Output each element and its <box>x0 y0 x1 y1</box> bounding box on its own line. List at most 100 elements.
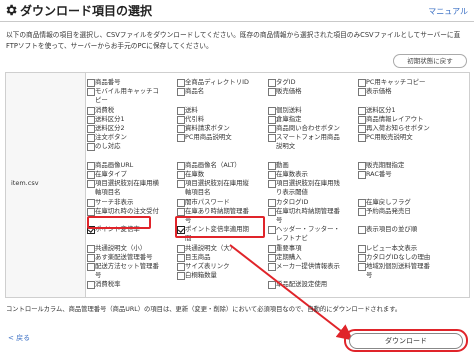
field-checkbox[interactable]: 共通説明文（大） <box>177 244 236 253</box>
checkbox-label: 消費税率 <box>95 280 121 289</box>
checkbox-label: 地域別個別送料管理番 <box>366 262 430 270</box>
field-checkbox[interactable]: 動画 <box>268 161 289 170</box>
field-checkbox[interactable]: 消費税 <box>87 106 114 115</box>
field-checkbox[interactable]: サイズ表リンク <box>177 262 230 271</box>
checkbox-label: PC用販売説明文 <box>366 133 413 142</box>
field-checkbox[interactable]: 予約商品発売日 <box>358 207 411 216</box>
field-checkbox[interactable]: 在庫数 <box>177 170 204 179</box>
field-checkbox[interactable]: 項目選択肢別在庫用縦 <box>177 179 249 188</box>
field-checkbox[interactable]: スマートフォン用商品 <box>268 133 340 142</box>
field-checkbox[interactable]: 注文ボタン <box>87 133 127 142</box>
field-checkbox[interactable]: 代引料 <box>177 115 204 124</box>
field-checkbox[interactable]: 商品名 <box>177 87 204 96</box>
field-checkbox[interactable]: ヘッダー・フッター・ <box>268 225 340 234</box>
field-checkbox[interactable]: 商品問い合わせボタン <box>268 124 340 133</box>
field-checkbox[interactable]: 販売期間指定 <box>358 161 404 170</box>
field-checkbox[interactable]: PC用キャッチコピー <box>358 78 425 87</box>
checkbox-label: 再入荷お知らせボタン <box>366 124 430 132</box>
highlight-box-point-rate-period <box>175 216 265 238</box>
checkbox-label: ピー <box>95 96 108 105</box>
checkbox-label: PC用商品説明文 <box>185 133 232 142</box>
checkbox-label: 商品画像名（ALT） <box>185 160 241 169</box>
checkbox-label: 在庫タイプ <box>95 170 127 178</box>
field-checkbox[interactable]: PC用販売説明文 <box>358 133 413 142</box>
manual-link[interactable]: マニュアル <box>428 6 468 17</box>
field-checkbox[interactable]: のし対応 <box>87 142 121 151</box>
field-checkbox[interactable]: 送料 <box>177 106 198 115</box>
field-checkbox[interactable]: 送料区分2 <box>87 124 125 133</box>
checkbox-label: 軸項目名 <box>185 188 211 197</box>
field-checkbox[interactable]: 商品画像名（ALT） <box>177 161 241 170</box>
checkbox-label: 在庫あり時納期管理番 <box>185 206 249 215</box>
field-checkbox[interactable]: サーチ非表示 <box>87 198 133 207</box>
field-checkbox[interactable]: 再入荷お知らせボタン <box>358 124 430 133</box>
field-checkbox[interactable]: 表示価格 <box>358 87 392 96</box>
field-checkbox[interactable]: 項目選択肢別在庫用残 <box>268 179 340 188</box>
field-checkbox[interactable]: 目玉商品 <box>177 253 211 262</box>
checkbox-label: り表示閾値 <box>276 188 308 197</box>
field-checkbox[interactable]: 在庫戻しフラグ <box>358 198 411 207</box>
field-checkbox[interactable]: 倉庫指定 <box>268 115 302 124</box>
field-checkbox[interactable]: 送料区分1 <box>87 115 125 124</box>
checkbox-label: 目玉商品 <box>185 252 211 261</box>
field-checkbox[interactable]: 闇市パスワード <box>177 198 230 207</box>
field-checkbox[interactable]: 重要事項 <box>268 244 302 253</box>
checkbox-label: 単品配送設定使用 <box>276 280 328 289</box>
field-checkbox[interactable]: レビュー本文表示 <box>358 244 417 253</box>
field-checkbox[interactable]: 商品情報レイアウト <box>358 115 424 124</box>
field-checkbox[interactable]: 消費税率 <box>87 280 121 289</box>
field-checkbox[interactable]: 地域別個別送料管理番 <box>358 262 430 271</box>
field-checkbox[interactable]: RAC番号 <box>358 170 392 179</box>
checkbox-label: 販売期間指定 <box>366 160 405 169</box>
description: 以下の商品情報の項目を選択し、CSVファイルをダウンロードしてください。既存の商… <box>6 30 470 52</box>
field-checkbox[interactable]: 在庫タイプ <box>87 170 127 179</box>
field-checkbox[interactable]: モバイル用キャッチコ <box>87 87 159 96</box>
checkbox-label: サーチ非表示 <box>95 197 134 206</box>
field-checkbox[interactable]: タグID <box>268 78 296 87</box>
field-checkbox[interactable]: 全商品ディレクトリID <box>177 78 249 87</box>
field-checkbox[interactable]: カタログIDなしの理由 <box>358 253 430 262</box>
field-checkbox[interactable]: 資料請求ボタン <box>177 124 230 133</box>
field-checkbox[interactable]: 在庫切れ時の注文受付 <box>87 207 159 216</box>
checkbox-label: PC用キャッチコピー <box>366 78 426 86</box>
checkbox-label: 消費税 <box>95 105 115 114</box>
field-checkbox[interactable]: カタログID <box>268 198 308 207</box>
checkbox-label: 在庫切れ時の注文受付 <box>95 206 159 215</box>
checkbox-label: 注文ボタン <box>95 133 127 142</box>
field-checkbox[interactable]: 定期購入 <box>268 253 302 262</box>
checkbox-label: 在庫戻しフラグ <box>366 197 411 206</box>
field-checkbox[interactable]: 販売価格 <box>268 87 302 96</box>
field-checkbox[interactable]: 在庫切れ時納期管理番 <box>268 207 340 216</box>
field-checkbox[interactable]: 白桐箱数量 <box>177 271 217 280</box>
checkbox-label: 販売価格 <box>276 87 302 96</box>
checkbox-label: 闇市パスワード <box>185 197 230 206</box>
checkbox-label: 予約商品発売日 <box>366 206 411 215</box>
back-link[interactable]: < 戻る <box>8 333 30 343</box>
checkbox-label: 在庫切れ時納期管理番 <box>276 206 340 215</box>
file-label-cell: item.csv <box>6 73 86 297</box>
field-checkbox[interactable]: 在庫あり時納期管理番 <box>177 207 249 216</box>
field-checkbox[interactable]: 表示項目の並び順 <box>358 225 417 234</box>
field-checkbox[interactable]: 送料区分1 <box>358 106 396 115</box>
field-checkbox[interactable]: 項目選択肢別在庫用横 <box>87 179 159 188</box>
file-label: item.csv <box>11 179 39 187</box>
field-selection-table: item.csv 商品番号 モバイル用キャッチコ ピー 消費税 送料区分1 送料区分2 注文… <box>5 72 470 298</box>
field-checkbox[interactable]: PC用商品説明文 <box>177 133 232 142</box>
field-checkbox[interactable]: 商品画像URL <box>87 161 133 170</box>
field-checkbox[interactable]: 配送方法セット管理番 <box>87 262 159 271</box>
field-checkbox[interactable]: 個別送料 <box>268 106 302 115</box>
field-checkbox[interactable]: 商品番号 <box>87 78 121 87</box>
field-checkbox[interactable]: 在庫数表示 <box>268 170 308 179</box>
checkbox-label: 商品番号 <box>95 78 121 86</box>
field-checkbox[interactable]: メーカー提供情報表示 <box>268 262 340 271</box>
page-header: ダウンロード項目の選択 マニュアル <box>0 0 474 22</box>
reset-button[interactable]: 初期状態に戻す <box>393 54 467 68</box>
field-checkbox[interactable]: あす楽配送管理番号 <box>87 253 153 262</box>
checkbox-label: 共通説明文（大） <box>185 243 237 252</box>
field-checkbox[interactable]: 単品配送設定使用 <box>268 280 327 289</box>
page-title: ダウンロード項目の選択 <box>20 4 153 18</box>
checkbox-label: 表示価格 <box>366 87 392 96</box>
checkbox-label: レビュー本文表示 <box>366 243 418 252</box>
field-checkbox[interactable]: 共通説明文（小） <box>87 244 146 253</box>
download-button-highlight <box>344 329 468 352</box>
